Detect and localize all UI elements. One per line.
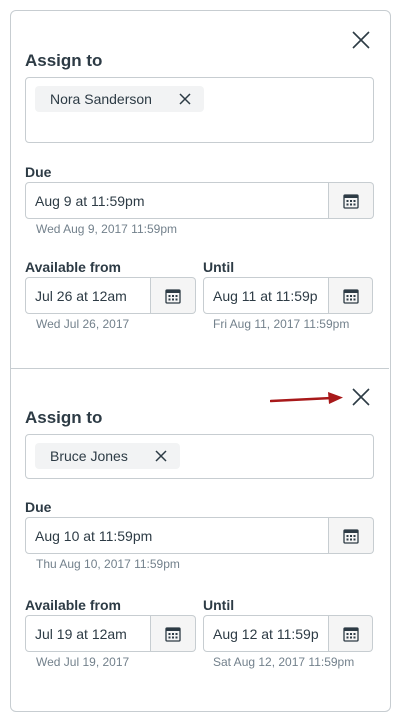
calendar-icon	[343, 193, 359, 209]
due-calendar-button[interactable]	[329, 182, 374, 219]
section-divider	[11, 368, 389, 369]
assignee-token: Nora Sanderson	[35, 86, 204, 112]
remove-token-icon	[179, 93, 191, 105]
due-date-hint: Thu Aug 10, 2017 11:59pm	[36, 557, 180, 571]
until-label: Until	[203, 597, 235, 613]
calendar-icon	[342, 288, 359, 304]
due-label: Due	[25, 164, 52, 180]
calendar-icon	[165, 288, 181, 304]
calendar-icon	[343, 528, 359, 544]
due-calendar-button[interactable]	[329, 517, 374, 554]
assign-to-heading: Assign to	[25, 51, 103, 70]
remove-assignee-button[interactable]	[178, 92, 192, 106]
until-hint: Fri Aug 11, 2017 11:59pm	[213, 317, 350, 331]
assign-to-field[interactable]: Bruce Jones	[25, 434, 374, 479]
until-hint: Sat Aug 12, 2017 11:59pm	[213, 655, 355, 669]
close-section-1-button[interactable]	[349, 28, 373, 52]
available-from-input[interactable]: Jul 19 at 12am	[25, 615, 151, 652]
available-from-label: Available from	[25, 597, 121, 613]
assign-to-field[interactable]: Nora Sanderson	[25, 77, 374, 143]
until-input[interactable]: Aug 12 at 11:59p	[203, 615, 329, 652]
until-label: Until	[203, 259, 235, 275]
available-from-calendar-button[interactable]	[151, 277, 196, 314]
calendar-icon	[342, 626, 359, 642]
assignee-token: Bruce Jones	[35, 443, 180, 469]
remove-token-icon	[155, 450, 167, 462]
assignee-name: Bruce Jones	[50, 448, 128, 464]
due-label: Due	[25, 499, 52, 515]
available-from-input[interactable]: Jul 26 at 12am	[25, 277, 151, 314]
assign-to-heading: Assign to	[25, 408, 103, 427]
close-icon	[352, 388, 370, 406]
due-date-input[interactable]: Aug 10 at 11:59pm	[25, 517, 329, 554]
until-calendar-button[interactable]	[329, 615, 373, 652]
arrow-right-icon	[270, 392, 343, 404]
until-input[interactable]: Aug 11 at 11:59p	[203, 277, 329, 314]
due-date-input[interactable]: Aug 9 at 11:59pm	[25, 182, 329, 219]
available-from-hint: Wed Jul 26, 2017	[36, 317, 130, 331]
until-calendar-button[interactable]	[329, 277, 373, 314]
available-from-hint: Wed Jul 19, 2017	[36, 655, 130, 669]
available-from-label: Available from	[25, 259, 121, 275]
assignee-name: Nora Sanderson	[50, 91, 152, 107]
remove-assignee-button[interactable]	[154, 449, 168, 463]
close-icon	[352, 31, 370, 49]
due-date-hint: Wed Aug 9, 2017 11:59pm	[36, 222, 177, 236]
available-from-calendar-button[interactable]	[151, 615, 196, 652]
close-section-2-button[interactable]	[349, 385, 373, 409]
calendar-icon	[165, 626, 181, 642]
